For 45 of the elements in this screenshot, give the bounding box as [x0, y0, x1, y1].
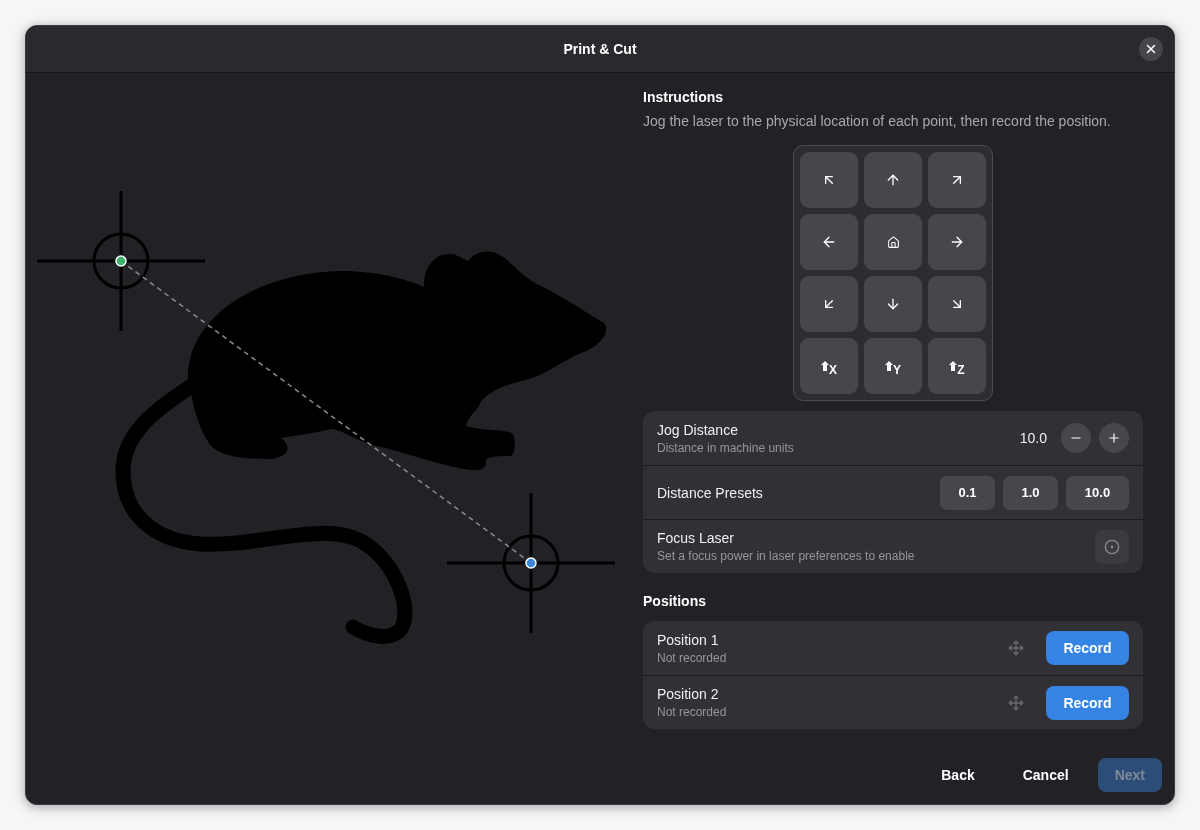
row-label: Focus Laser	[657, 530, 736, 546]
home-axis-button[interactable]: X	[800, 338, 858, 394]
close-button[interactable]	[1139, 37, 1163, 61]
preset-button[interactable]: 1.0	[1003, 475, 1058, 510]
record-button[interactable]: Record	[1046, 631, 1129, 665]
jog-button[interactable]	[800, 152, 858, 208]
home-axis-button[interactable]: Z	[928, 338, 986, 394]
row-label: Position 1	[657, 631, 720, 648]
point-dot[interactable]	[525, 557, 537, 569]
window-title: Print & Cut	[563, 41, 637, 57]
home-axis-button[interactable]: Y	[864, 338, 922, 394]
move-icon[interactable]	[1008, 640, 1024, 656]
jog-button[interactable]	[800, 276, 858, 332]
row-hint: Distance in machine units	[657, 440, 795, 455]
cancel-button[interactable]: Cancel	[1003, 759, 1088, 791]
row-label: Distance Presets	[657, 484, 764, 501]
back-button[interactable]: Back	[922, 759, 994, 791]
point-dot[interactable]	[115, 255, 127, 267]
arrow-icon	[885, 172, 901, 188]
jog-button[interactable]	[864, 152, 922, 208]
row-label: Position 2	[657, 686, 720, 702]
jog-button[interactable]	[928, 152, 986, 208]
move-icon[interactable]	[1008, 694, 1024, 711]
jog-button[interactable]	[928, 214, 986, 270]
close-icon	[1144, 42, 1158, 56]
section-heading: Positions	[643, 593, 707, 609]
preset-button[interactable]: 10.0	[1066, 475, 1129, 510]
distance-value: 10.0	[1019, 430, 1047, 446]
jog-button[interactable]	[928, 276, 986, 332]
plus-icon	[1107, 431, 1121, 445]
jog-button[interactable]	[864, 276, 922, 332]
target-icon	[1104, 538, 1120, 555]
instructions-text: Jog the laser to the physical location of each point, then record the position.	[643, 113, 1112, 129]
row-hint: Not recorded	[657, 705, 728, 719]
record-button[interactable]: Record	[1046, 685, 1129, 720]
preset-button[interactable]: 0.1	[940, 475, 995, 510]
decrease-button[interactable]	[1061, 423, 1091, 453]
row-label: Jog Distance	[657, 421, 739, 438]
section-heading: Instructions	[643, 89, 725, 105]
jog-button[interactable]	[864, 214, 922, 270]
row-hint: Set a focus power in laser preferences to enable	[657, 549, 916, 563]
row-hint: Not recorded	[657, 650, 728, 665]
jog-button[interactable]	[800, 214, 858, 270]
arrow-icon	[885, 296, 901, 312]
increase-button[interactable]	[1099, 423, 1129, 453]
